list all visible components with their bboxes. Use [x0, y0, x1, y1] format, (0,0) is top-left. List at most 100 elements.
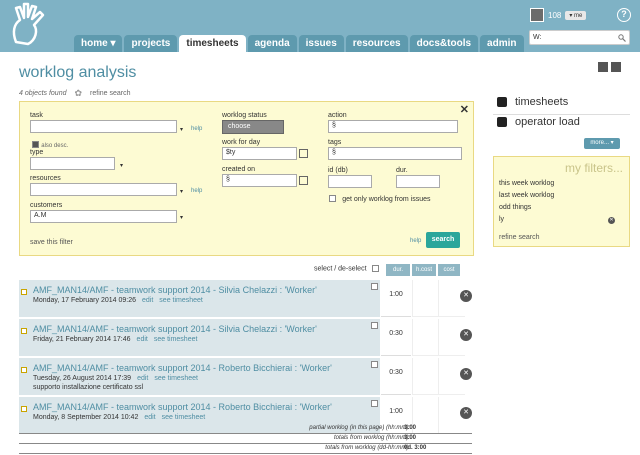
- id-input[interactable]: [328, 175, 372, 188]
- row-title-link[interactable]: AMF_MAN14/AMF - teamwork support 2014 - …: [33, 363, 332, 373]
- nav-tab-timesheets[interactable]: timesheets: [179, 35, 246, 52]
- my-filter-item[interactable]: last week worklog: [499, 192, 554, 199]
- sidebar-refine-search-link[interactable]: refine search: [499, 234, 539, 241]
- my-filter-item[interactable]: odd things: [499, 204, 531, 211]
- select-deselect-label: select / de-select: [314, 265, 367, 273]
- col-cost[interactable]: cost: [438, 264, 460, 276]
- nav-tab-home[interactable]: home ▾: [74, 35, 123, 52]
- tags-label: tags: [328, 139, 342, 146]
- col-dur[interactable]: dur.: [386, 264, 410, 276]
- avatar[interactable]: [530, 8, 544, 22]
- row-delete-icon[interactable]: ✕: [460, 290, 472, 302]
- dur-field-group: dur.: [396, 167, 440, 188]
- type-input[interactable]: [30, 157, 115, 170]
- row-delete-icon[interactable]: ✕: [460, 407, 472, 419]
- user-area: 108 ▾ me: [530, 8, 587, 22]
- save-filter-link[interactable]: save this filter: [30, 239, 73, 246]
- row-edit-link[interactable]: edit: [137, 336, 148, 343]
- nav-tab-agenda[interactable]: agenda: [247, 35, 297, 52]
- row-delete-icon[interactable]: ✕: [460, 368, 472, 380]
- row-edit-link[interactable]: edit: [144, 414, 155, 421]
- more-button[interactable]: more... ▾: [584, 138, 620, 149]
- export-icon[interactable]: [598, 62, 608, 72]
- total-value: 0d. 3:00: [404, 445, 427, 451]
- row-duration: 1:00: [381, 280, 411, 317]
- my-filters-box: my filters... this week worklog last wee…: [493, 156, 630, 247]
- total-label: totals from worklog (hh:mm):: [333, 435, 410, 441]
- created-on-label: created on: [222, 166, 256, 173]
- resources-input[interactable]: [30, 183, 177, 196]
- work-for-day-input[interactable]: $ty: [222, 147, 297, 160]
- row-see-timesheet-link[interactable]: see timesheet: [154, 375, 198, 382]
- tags-input[interactable]: §: [328, 147, 462, 160]
- objects-found: 4 objects found: [19, 90, 67, 97]
- resources-dropdown-icon[interactable]: ▾: [180, 188, 183, 195]
- row-title-link[interactable]: AMF_MAN14/AMF - teamwork support 2014 - …: [33, 402, 332, 412]
- top-search-input[interactable]: W:: [529, 30, 630, 45]
- nav-tab-admin[interactable]: admin: [480, 35, 524, 52]
- dur-input[interactable]: [396, 175, 440, 188]
- refine-search-link[interactable]: refine search: [90, 90, 130, 97]
- filter-panel: ✕ task ▾ help also desc. type ▾ resource…: [19, 101, 474, 256]
- task-input[interactable]: [30, 120, 177, 133]
- row-see-timesheet-link[interactable]: see timesheet: [154, 336, 198, 343]
- export-tools: [598, 62, 621, 72]
- calendar-icon[interactable]: [299, 149, 308, 158]
- also-desc-group: also desc.: [32, 140, 68, 149]
- customers-input[interactable]: A.M: [30, 210, 177, 223]
- task-dropdown-icon[interactable]: ▾: [180, 126, 183, 133]
- issues-only-checkbox[interactable]: [329, 195, 336, 203]
- total-value: 3:00: [404, 435, 417, 441]
- search-button[interactable]: search: [426, 232, 460, 248]
- row-title-link[interactable]: AMF_MAN14/AMF - teamwork support 2014 - …: [33, 324, 317, 334]
- row-title-link[interactable]: AMF_MAN14/AMF - teamwork support 2014 - …: [33, 285, 317, 295]
- nav-tab-resources[interactable]: resources: [345, 35, 408, 52]
- my-filter-item[interactable]: this week worklog: [499, 180, 554, 187]
- action-input[interactable]: §: [328, 120, 458, 133]
- row-date: Friday, 21 February 2014 17:46: [33, 336, 131, 343]
- row-checkbox[interactable]: [371, 322, 378, 329]
- type-dropdown-icon[interactable]: ▾: [120, 162, 123, 169]
- row-edit-link[interactable]: edit: [137, 375, 148, 382]
- row-checkbox[interactable]: [371, 400, 378, 407]
- row-delete-icon[interactable]: ✕: [460, 329, 472, 341]
- top-search-value: W:: [533, 34, 542, 41]
- row-edit-link[interactable]: edit: [142, 297, 153, 304]
- row-checkbox[interactable]: [371, 361, 378, 368]
- row-duration: 0:30: [381, 358, 411, 395]
- gear-icon[interactable]: ✿: [74, 88, 82, 99]
- row-see-timesheet-link[interactable]: see timesheet: [159, 297, 203, 304]
- row-status-marker: [21, 289, 27, 295]
- col-hcost[interactable]: h.cost: [412, 264, 436, 276]
- row-date: Monday, 17 February 2014 09:26: [33, 297, 136, 304]
- task-help-link[interactable]: help: [191, 126, 202, 132]
- created-on-group: created on §: [222, 166, 308, 187]
- nav-tab-issues[interactable]: issues: [298, 35, 344, 52]
- nav-tab-docs&tools[interactable]: docs&tools: [409, 35, 479, 52]
- customers-dropdown-icon[interactable]: ▾: [180, 214, 183, 221]
- created-on-input[interactable]: §: [222, 174, 297, 187]
- select-all-checkbox[interactable]: [372, 265, 380, 272]
- user-menu-button[interactable]: ▾ me: [565, 10, 587, 20]
- my-filter-item[interactable]: ly: [499, 216, 504, 223]
- worklog-status-select[interactable]: choose: [222, 120, 284, 134]
- resources-help-link[interactable]: help: [191, 188, 202, 194]
- close-icon[interactable]: ✕: [460, 103, 469, 116]
- print-icon[interactable]: [611, 62, 621, 72]
- row-subline: Monday, 17 February 2014 09:26 edit see ti…: [33, 297, 203, 304]
- also-desc-checkbox[interactable]: [32, 141, 39, 149]
- help-icon[interactable]: ?: [617, 8, 631, 22]
- timesheets-link[interactable]: timesheets: [497, 96, 568, 108]
- nav-tab-projects[interactable]: projects: [124, 35, 178, 52]
- filter-help-link[interactable]: help: [410, 238, 421, 244]
- row-cost-cell: [412, 280, 439, 317]
- hand-logo-icon[interactable]: [10, 2, 50, 48]
- delete-filter-icon[interactable]: ✕: [608, 217, 615, 224]
- worklog-status-group: worklog status choose: [222, 112, 284, 134]
- row-see-timesheet-link[interactable]: see timesheet: [162, 414, 206, 421]
- row-checkbox[interactable]: [371, 283, 378, 290]
- operator-load-link[interactable]: operator load: [497, 116, 580, 128]
- total-line: partial worklog (in this page) (hh:mm): 3…: [19, 425, 472, 434]
- total-label: totals from worklog (dd-hh:mm):: [325, 445, 410, 451]
- calendar-icon[interactable]: [299, 176, 308, 185]
